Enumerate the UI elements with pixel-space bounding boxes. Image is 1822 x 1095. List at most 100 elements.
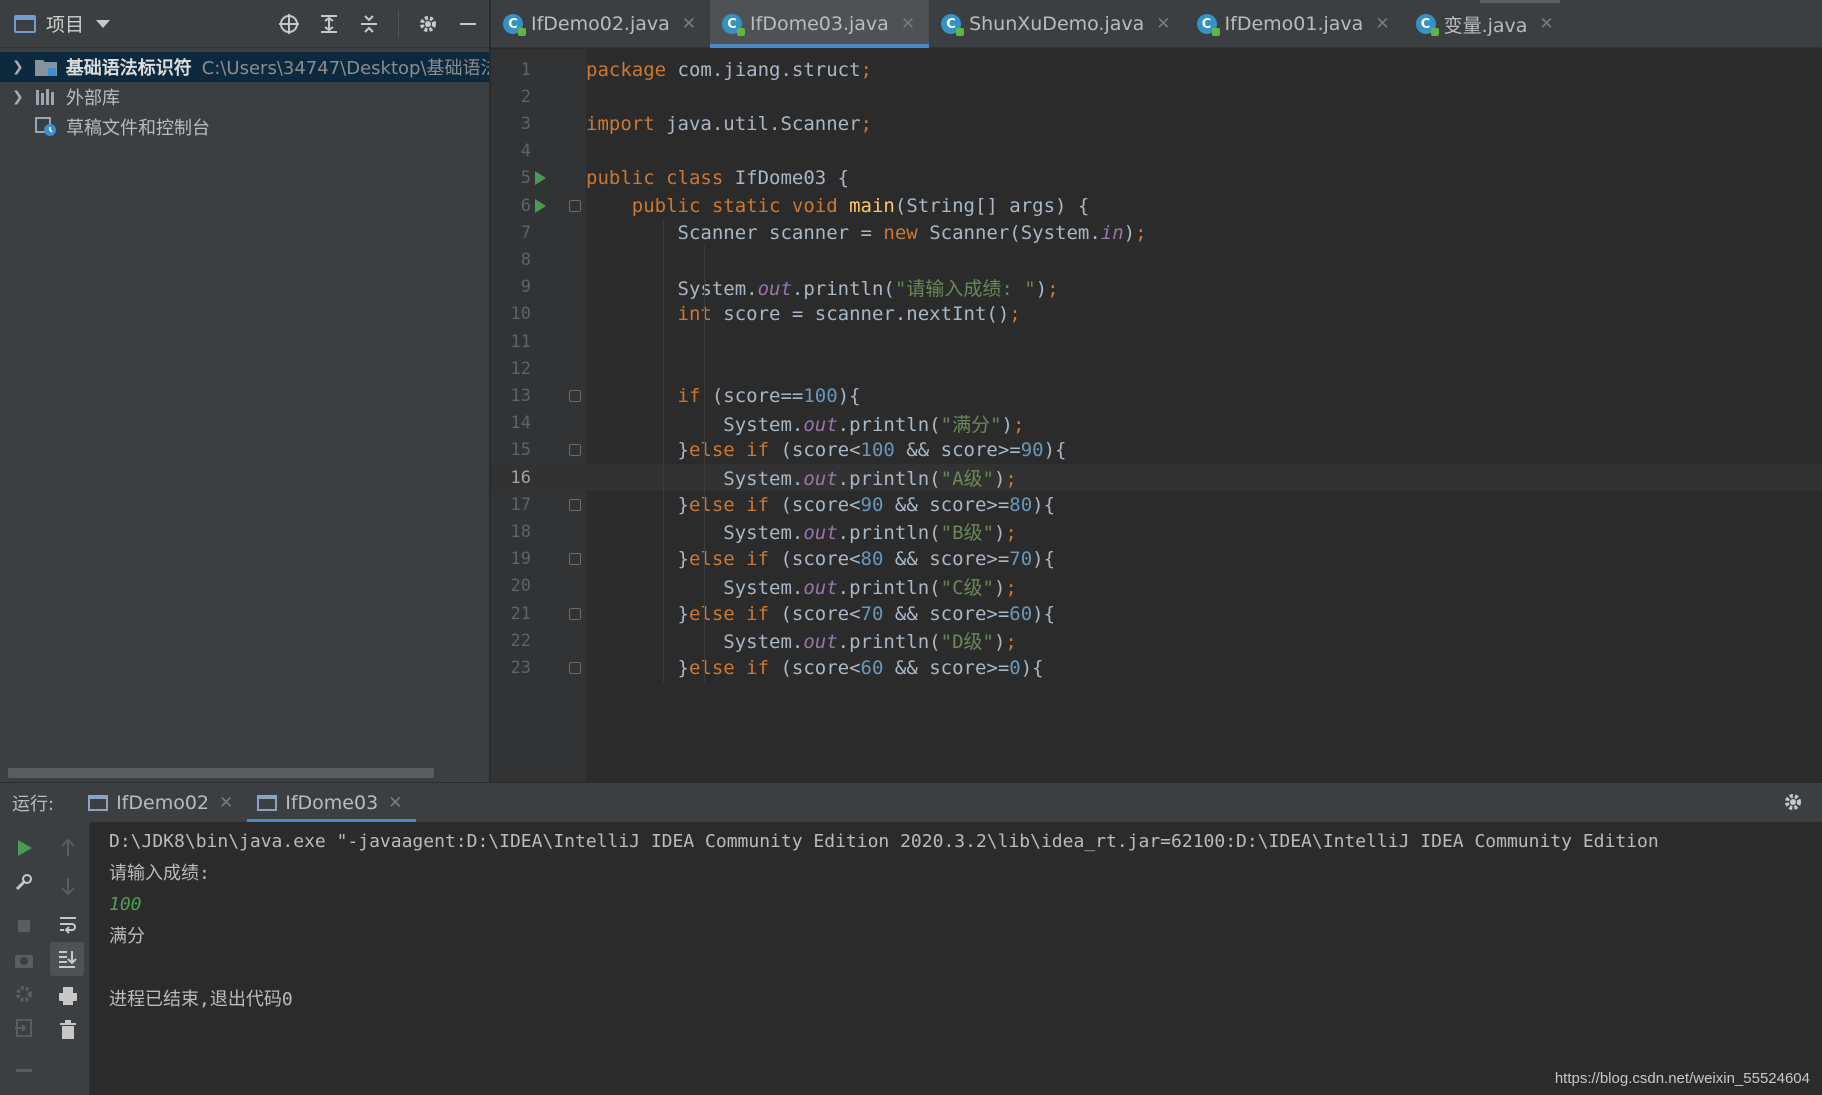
close-icon[interactable]: ✕ <box>388 793 402 813</box>
code-token: 80 <box>1009 493 1033 516</box>
code-line[interactable]: 22 System.out.println("D级"); <box>491 627 1822 654</box>
code-line[interactable]: 15 }else if (score<100 && score>=90){ <box>491 437 1822 464</box>
code-line[interactable]: 14 System.out.println("满分"); <box>491 410 1822 437</box>
console-output[interactable]: D:\JDK8\bin\java.exe "-javaagent:D:\IDEA… <box>91 822 1822 1095</box>
exit-icon[interactable] <box>10 1014 38 1042</box>
close-icon[interactable]: ✕ <box>682 14 696 34</box>
run-gutter-icon[interactable] <box>535 171 546 186</box>
chevron-right-icon[interactable]: ❯ <box>12 59 24 75</box>
editor-tab[interactable]: C 变量.java ✕ <box>1404 0 1568 48</box>
editor-tab[interactable]: C ShunXuDemo.java ✕ <box>929 0 1184 48</box>
line-number: 20 <box>510 576 531 597</box>
code-text: }else if (score<70 && score>=60){ <box>586 602 1056 625</box>
chevron-right-icon[interactable]: ❯ <box>12 89 24 105</box>
code-token: "B级" <box>940 522 994 545</box>
horizontal-scrollbar[interactable] <box>8 768 434 778</box>
scroll-to-end-icon[interactable] <box>50 942 84 976</box>
code-line[interactable]: 8 <box>491 246 1822 273</box>
run-tab[interactable]: IfDome03 ✕ <box>247 783 417 823</box>
code-token: else if <box>688 548 781 571</box>
code-line[interactable]: 18 System.out.println("B级"); <box>491 518 1822 545</box>
fold-marker-icon[interactable] <box>569 199 581 212</box>
layout-icon[interactable] <box>10 1058 38 1086</box>
code-line[interactable]: 13 if (score==100){ <box>491 382 1822 409</box>
code-line[interactable]: 6 public static void main(String[] args)… <box>491 192 1822 219</box>
line-number: 23 <box>510 657 531 678</box>
code-line[interactable]: 2 <box>491 83 1822 110</box>
arrow-up-icon[interactable] <box>54 834 82 862</box>
editor-tab[interactable]: C IfDemo02.java ✕ <box>491 0 710 48</box>
code-token: ){ <box>1020 656 1044 679</box>
arrow-down-icon[interactable] <box>54 872 82 900</box>
code-token: .println( <box>837 576 941 599</box>
project-toolbar: 项目 <box>0 0 489 48</box>
soft-wrap-icon[interactable] <box>54 910 82 938</box>
expand-all-icon[interactable] <box>318 13 340 35</box>
code-line[interactable]: 10 int score = scanner.nextInt(); <box>491 301 1822 328</box>
close-icon[interactable]: ✕ <box>1156 14 1170 34</box>
code-line[interactable]: 19 }else if (score<80 && score>=70){ <box>491 546 1822 573</box>
minimize-icon[interactable] <box>457 13 479 35</box>
fold-marker-icon[interactable] <box>569 389 581 402</box>
line-number: 5 <box>520 168 531 189</box>
tree-item-external-libraries[interactable]: ❯ 外部库 <box>0 82 489 112</box>
run-panel-label: 运行: <box>12 793 55 815</box>
print-icon[interactable] <box>54 982 82 1010</box>
tree-item-scratches[interactable]: 草稿文件和控制台 <box>0 112 489 142</box>
line-number: 12 <box>510 358 531 379</box>
rerun-icon[interactable] <box>10 834 38 862</box>
fold-marker-icon[interactable] <box>569 553 581 566</box>
code-line[interactable]: 9 System.out.println("请输入成绩: "); <box>491 274 1822 301</box>
close-icon[interactable]: ✕ <box>1539 14 1553 34</box>
gear-icon[interactable] <box>417 13 439 35</box>
fold-marker-icon[interactable] <box>569 444 581 457</box>
code-line[interactable]: 3 import java.util.Scanner; <box>491 110 1822 137</box>
fold-marker-icon[interactable] <box>569 661 581 674</box>
close-icon[interactable]: ✕ <box>1375 14 1389 34</box>
camera-icon[interactable] <box>10 946 38 974</box>
code-line[interactable]: 4 <box>491 138 1822 165</box>
locate-icon[interactable] <box>278 13 300 35</box>
run-tab[interactable]: IfDemo02 ✕ <box>78 783 247 823</box>
fold-marker-icon[interactable] <box>569 498 581 511</box>
run-gutter-icon[interactable] <box>535 198 546 213</box>
code-line[interactable]: 21 }else if (score<70 && score>=60){ <box>491 600 1822 627</box>
close-icon[interactable]: ✕ <box>219 793 233 813</box>
code-token: else if <box>688 656 781 679</box>
editor-tab-label: IfDemo02.java <box>531 13 670 35</box>
java-class-icon: C <box>503 14 526 36</box>
code-line[interactable]: 17 }else if (score<90 && score>=80){ <box>491 491 1822 518</box>
trash-icon[interactable] <box>54 1016 82 1044</box>
fold-marker-icon[interactable] <box>569 607 581 620</box>
code-line[interactable]: 7 Scanner scanner = new Scanner(System.i… <box>491 219 1822 246</box>
code-token: 100 <box>803 384 838 407</box>
debug-settings-icon[interactable] <box>10 980 38 1008</box>
chevron-down-icon[interactable] <box>96 19 111 28</box>
code-token: } <box>586 548 689 571</box>
stop-icon[interactable] <box>10 912 38 940</box>
code-line[interactable]: 20 System.out.println("C级"); <box>491 573 1822 600</box>
code-line[interactable]: 1 package com.jiang.struct; <box>491 56 1822 83</box>
code-token: public class <box>586 167 735 190</box>
code-editor[interactable]: 1 package com.jiang.struct; 2 3 import java.… <box>491 49 1822 782</box>
code-line[interactable]: 12 <box>491 355 1822 382</box>
code-token: ; <box>1005 468 1017 491</box>
code-line[interactable]: 16 System.out.println("A级"); <box>491 464 1822 492</box>
editor-tab[interactable]: C IfDemo01.java ✕ <box>1185 0 1404 48</box>
tree-item-project-root[interactable]: ❯ 基础语法标识符 C:\Users\34747\Desktop\基础语法 <box>0 52 489 82</box>
code-token: IfDome03 { <box>734 167 850 190</box>
gear-icon[interactable] <box>1782 791 1804 813</box>
code-line[interactable]: 5 public class IfDome03 { <box>491 165 1822 192</box>
collapse-all-icon[interactable] <box>358 13 380 35</box>
code-token: (score< <box>780 602 861 625</box>
editor-tab[interactable]: C IfDome03.java ✕ <box>710 0 930 48</box>
close-icon[interactable]: ✕ <box>901 14 915 34</box>
code-token: com.jiang.struct <box>677 58 861 81</box>
project-view-title[interactable]: 项目 <box>46 10 84 37</box>
code-line[interactable]: 23 }else if (score<60 && score>=0){ <box>491 654 1822 681</box>
code-token: in <box>1100 221 1124 244</box>
code-line[interactable]: 11 <box>491 328 1822 355</box>
code-token: out <box>757 277 792 300</box>
wrench-icon[interactable] <box>10 868 38 896</box>
